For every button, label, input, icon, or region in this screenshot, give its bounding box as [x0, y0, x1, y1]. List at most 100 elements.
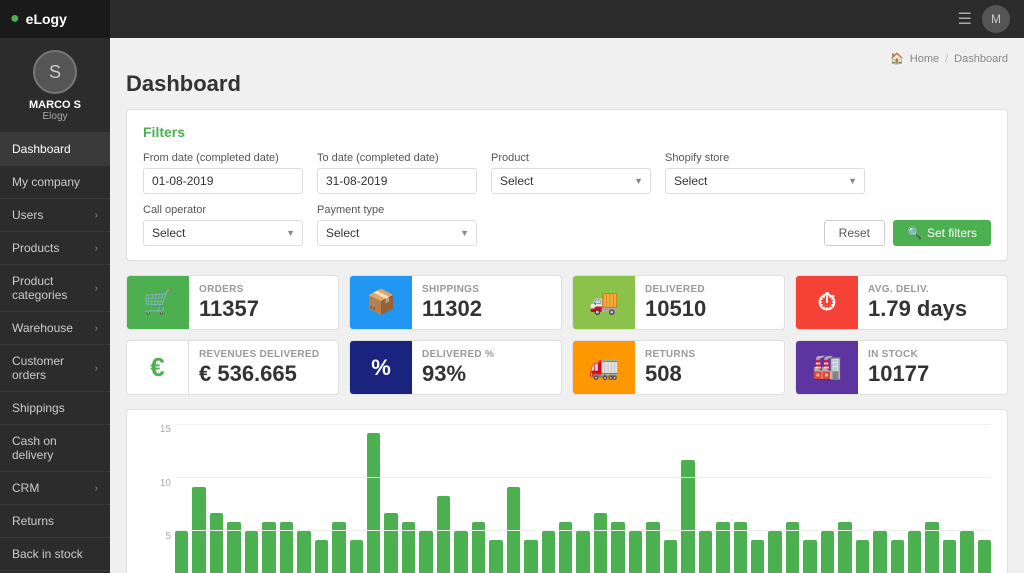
stat-value-orders: 11357	[199, 297, 328, 321]
payment-select[interactable]: Select	[317, 220, 477, 246]
chart-bar-38	[838, 522, 851, 573]
chart-bar-3	[227, 522, 240, 573]
nav-label: My company	[12, 175, 80, 189]
stat-label-delivered: DELIVERED	[645, 284, 774, 295]
stat-label-orders: ORDERS	[199, 284, 328, 295]
nav-label: Users	[12, 208, 43, 222]
nav-arrow-icon: ›	[95, 243, 98, 254]
nav-label: Shippings	[12, 401, 65, 415]
stat-card-delivered: 🚚 DELIVERED 10510	[572, 275, 785, 330]
stat-label-delivered_pct: DELIVERED %	[422, 349, 551, 360]
user-profile: S MARCO S Elogy	[0, 38, 110, 133]
chart-bar-41	[891, 540, 904, 573]
chart-bar-28	[664, 540, 677, 573]
stat-body-returns: RETURNS 508	[635, 341, 784, 394]
chart-bar-2	[210, 513, 223, 573]
user-name: MARCO S	[29, 99, 81, 111]
sidebar-item-returns[interactable]: Returns	[0, 505, 110, 538]
to-date-group: To date (completed date)	[317, 152, 477, 194]
sidebar: ● eLogy S MARCO S Elogy Dashboard My comp…	[0, 0, 110, 573]
breadcrumb: 🏠 Home / Dashboard	[126, 52, 1008, 65]
shopify-select[interactable]: Select	[665, 168, 865, 194]
stat-value-delivered: 10510	[645, 297, 774, 321]
nav-label: Back in stock	[12, 547, 83, 561]
payment-label: Payment type	[317, 204, 477, 216]
sidebar-item-users[interactable]: Users ›	[0, 199, 110, 232]
sidebar-item-my-company[interactable]: My company	[0, 166, 110, 199]
chart-bar-15	[437, 496, 450, 573]
chart-bar-9	[332, 522, 345, 573]
menu-toggle-icon[interactable]: ☰	[958, 9, 972, 29]
page-title: Dashboard	[126, 71, 1008, 97]
sidebar-item-back-in-stock[interactable]: Back in stock	[0, 538, 110, 571]
sidebar-item-dashboard[interactable]: Dashboard	[0, 133, 110, 166]
chart-bar-29	[681, 460, 694, 573]
nav-label: Dashboard	[12, 142, 71, 156]
chart-bar-25	[611, 522, 624, 573]
from-date-group: From date (completed date)	[143, 152, 303, 194]
logo-icon: ●	[10, 10, 20, 28]
nav-label: Product categories	[12, 274, 95, 302]
stats-grid: 🛒 ORDERS 11357 📦 SHIPPINGS 11302 🚚 DELIV…	[126, 275, 1008, 395]
shopify-group: Shopify store Select	[665, 152, 865, 194]
chart-bar-24	[594, 513, 607, 573]
sidebar-item-warehouse[interactable]: Warehouse›	[0, 312, 110, 345]
sidebar-item-customer-orders[interactable]: Customer orders›	[0, 345, 110, 392]
stat-label-shippings: SHIPPINGS	[422, 284, 551, 295]
chart-bar-16	[454, 531, 467, 573]
chart-section: 15105	[126, 409, 1008, 573]
from-date-label: From date (completed date)	[143, 152, 303, 164]
chart-bar-4	[245, 531, 258, 573]
chart-bar-22	[559, 522, 572, 573]
sidebar-logo[interactable]: ● eLogy	[0, 0, 110, 38]
chart-bar-7	[297, 531, 310, 573]
nav-label: Customer orders	[12, 354, 95, 382]
stat-icon-block-revenues: €	[127, 341, 189, 394]
sidebar-item-cash-on-delivery[interactable]: Cash on delivery	[0, 425, 110, 472]
chart-bar-17	[472, 522, 485, 573]
chart-bar-5	[262, 522, 275, 573]
reset-button[interactable]: Reset	[824, 220, 885, 246]
stat-icon-revenues: €	[150, 352, 164, 383]
topbar-avatar[interactable]: M	[982, 5, 1010, 33]
stat-label-returns: RETURNS	[645, 349, 774, 360]
set-filters-button[interactable]: 🔍 Set filters	[893, 220, 991, 246]
stat-value-returns: 508	[645, 362, 774, 386]
sidebar-item-shippings[interactable]: Shippings	[0, 392, 110, 425]
chart-y-label-2: 5	[143, 531, 171, 542]
stat-card-delivered_pct: % DELIVERED % 93%	[349, 340, 562, 395]
sidebar-item-products[interactable]: Products›	[0, 232, 110, 265]
stat-body-delivered: DELIVERED 10510	[635, 276, 784, 329]
stat-body-in_stock: IN STOCK 10177	[858, 341, 1007, 394]
chart-bar-6	[280, 522, 293, 573]
to-date-input[interactable]	[317, 168, 477, 194]
filters-section: Filters From date (completed date) To da…	[126, 109, 1008, 261]
sidebar-item-crm[interactable]: CRM›	[0, 472, 110, 505]
chart-bar-14	[419, 531, 432, 573]
nav-arrow-icon: ›	[95, 210, 98, 221]
sidebar-item-product-categories[interactable]: Product categories›	[0, 265, 110, 312]
chart-bar-33	[751, 540, 764, 573]
payment-group: Payment type Select	[317, 204, 477, 246]
chart-bar-21	[542, 531, 555, 573]
content-area: 🏠 Home / Dashboard Dashboard Filters Fro…	[110, 38, 1024, 573]
stat-value-shippings: 11302	[422, 297, 551, 321]
stat-icon-avg_deliv: ⏱	[818, 289, 837, 317]
topbar: ☰ M	[110, 0, 1024, 38]
product-select[interactable]: Select	[491, 168, 651, 194]
filter-actions: Reset 🔍 Set filters	[824, 220, 991, 246]
to-date-label: To date (completed date)	[317, 152, 477, 164]
stat-icon-block-delivered: 🚚	[573, 276, 635, 329]
chart-bar-1	[192, 487, 205, 573]
chart-bar-34	[768, 531, 781, 573]
breadcrumb-current: Dashboard	[954, 53, 1008, 65]
call-operator-select[interactable]: Select	[143, 220, 303, 246]
chart-bar-39	[856, 540, 869, 573]
stat-value-in_stock: 10177	[868, 362, 997, 386]
breadcrumb-home-link[interactable]: Home	[910, 53, 939, 65]
stat-body-orders: ORDERS 11357	[189, 276, 338, 329]
stat-icon-block-returns: 🚛	[573, 341, 635, 394]
stat-label-revenues: REVENUES DELIVERED	[199, 349, 328, 360]
stat-value-delivered_pct: 93%	[422, 362, 551, 386]
from-date-input[interactable]	[143, 168, 303, 194]
